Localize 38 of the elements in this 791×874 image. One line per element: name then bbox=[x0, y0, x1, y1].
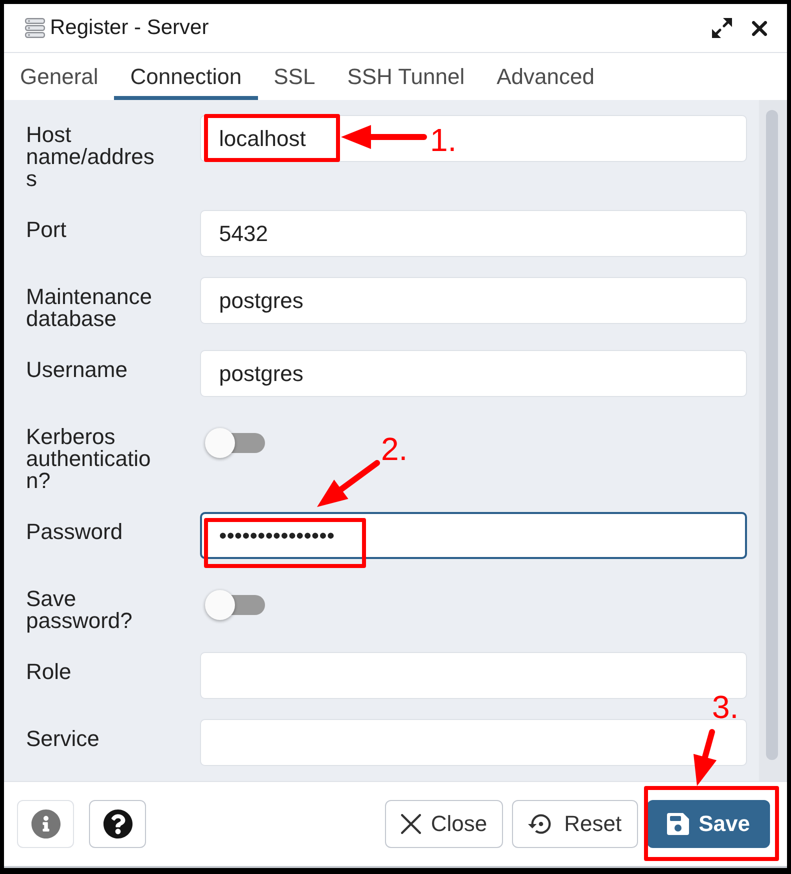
field-label: Maintenance database bbox=[26, 283, 153, 330]
input-field[interactable]: ••••••••••••••• bbox=[200, 512, 747, 559]
tab[interactable]: Advanced bbox=[480, 53, 610, 100]
input-field[interactable] bbox=[200, 719, 747, 766]
tab[interactable]: SSL bbox=[258, 53, 332, 100]
field-label: Username bbox=[26, 356, 128, 381]
input-field[interactable]: postgres bbox=[200, 350, 747, 397]
close-button[interactable]: Close bbox=[384, 800, 504, 848]
help-icon bbox=[102, 809, 132, 839]
annotation-number: 1. bbox=[430, 124, 457, 156]
field-label: Password bbox=[26, 518, 124, 543]
input-field[interactable]: postgres bbox=[200, 277, 747, 324]
annotation-number: 2. bbox=[381, 433, 408, 465]
help-button[interactable] bbox=[89, 800, 146, 848]
tab[interactable]: SSH Tunnel bbox=[331, 53, 481, 100]
window-title: Register - Server bbox=[50, 16, 209, 40]
input-field[interactable]: 5432 bbox=[200, 210, 747, 257]
annotation-arrow bbox=[317, 460, 380, 507]
field-label: Role bbox=[26, 658, 72, 683]
field-label: Kerberos authentication? bbox=[26, 423, 152, 492]
annotation-arrow bbox=[693, 729, 717, 786]
server-stack-icon bbox=[25, 18, 45, 38]
toggle-switch[interactable] bbox=[205, 428, 265, 458]
info-icon bbox=[30, 809, 60, 839]
annotation-number: 3. bbox=[712, 691, 739, 723]
expand-icon[interactable] bbox=[712, 18, 732, 38]
tab[interactable]: General bbox=[4, 53, 114, 100]
save-icon bbox=[666, 813, 689, 835]
reset-button[interactable]: Reset bbox=[512, 800, 638, 848]
field-label: Service bbox=[26, 725, 100, 750]
close-icon bbox=[400, 814, 421, 834]
close-icon[interactable] bbox=[752, 20, 767, 36]
field-label: Port bbox=[26, 216, 68, 241]
field-label: Host name/address bbox=[26, 121, 156, 190]
field-label: Save password? bbox=[26, 585, 134, 632]
toggle-switch[interactable] bbox=[205, 590, 265, 620]
save-button[interactable]: Save bbox=[646, 800, 770, 848]
scrollbar-thumb[interactable] bbox=[766, 110, 778, 760]
